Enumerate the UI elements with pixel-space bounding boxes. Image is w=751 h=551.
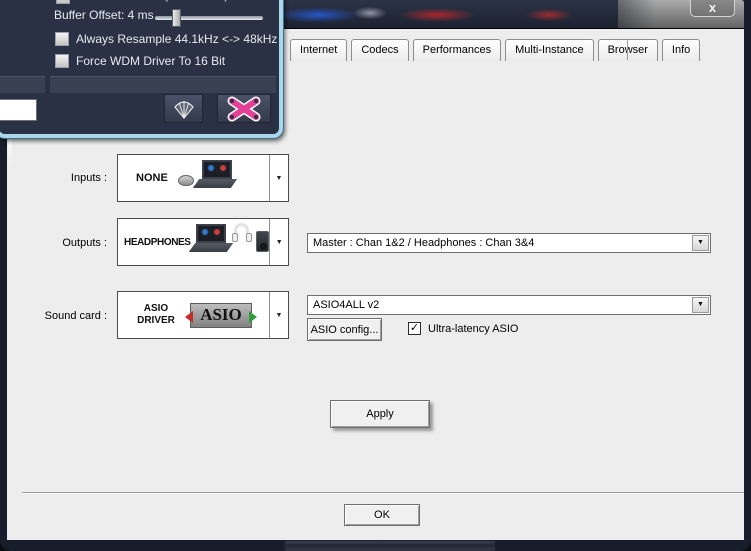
- asio-config-button[interactable]: ASIO config...: [307, 318, 382, 341]
- tab-info[interactable]: Info: [662, 39, 700, 61]
- tab-strip-edge: [627, 40, 628, 60]
- screen: x Internet Codecs Performances Multi-Ins…: [0, 0, 751, 551]
- mouse-icon: [178, 175, 194, 186]
- asio-right-arrow-icon: [249, 311, 257, 323]
- inputs-label: Inputs :: [7, 172, 107, 184]
- driver-dropdown-arrow-icon[interactable]: ▼: [692, 297, 709, 313]
- buffer-offset-label: Buffer Offset: 4 ms: [54, 8, 154, 22]
- crossed-wrenches-icon: [223, 96, 265, 122]
- footer-separator: [22, 492, 744, 494]
- outputs-routing-combo[interactable]: Master : Chan 1&2 / Headphones : Chan 3&…: [307, 233, 711, 253]
- force-wdm-label: Force WDM Driver To 16 Bit: [76, 54, 225, 68]
- tab-multi-instance[interactable]: Multi-Instance: [505, 39, 593, 61]
- soundcard-dropdown-arrow-icon[interactable]: ▼: [269, 292, 288, 338]
- outputs-device-image: [194, 221, 270, 263]
- outputs-value: HEADPHONES: [124, 237, 191, 248]
- inputs-selector[interactable]: NONE ▼: [117, 154, 289, 202]
- routing-dropdown-arrow-icon[interactable]: ▼: [692, 235, 709, 251]
- apply-button[interactable]: Apply: [330, 400, 430, 428]
- speaker-icon: [256, 231, 269, 252]
- resample-label: Always Resample 44.1kHz <-> 48kHz: [76, 32, 277, 46]
- force-wdm-checkbox[interactable]: [55, 54, 69, 68]
- outputs-selector[interactable]: HEADPHONES ▼: [117, 218, 289, 266]
- ultra-latency-label: Ultra-latency ASIO: [428, 323, 518, 335]
- asio-logo: ASIO: [190, 303, 252, 328]
- check-icon: ✓: [410, 322, 419, 334]
- advanced-options-popup: Allow Full Mode (WaveOut?) Buffer Offset…: [0, 0, 283, 138]
- popup-strip-left: [0, 76, 45, 93]
- soundcard-driver-combo[interactable]: ASIO4ALL v2 ▼: [307, 295, 711, 315]
- resample-checkbox[interactable]: [55, 32, 69, 46]
- parachute-icon: [172, 97, 196, 121]
- clipped-option-label: Allow Full Mode (WaveOut?): [76, 0, 228, 2]
- tab-internet[interactable]: Internet: [290, 39, 347, 61]
- soundcard-selector[interactable]: ASIO DRIVER ASIO ▼: [117, 291, 289, 339]
- inputs-dropdown-arrow-icon[interactable]: ▼: [269, 155, 288, 201]
- asio-logo-text: ASIO: [200, 305, 242, 325]
- titlebar: x: [618, 0, 744, 28]
- inputs-device-image: [176, 157, 238, 199]
- advanced-config-button[interactable]: [217, 94, 271, 123]
- outputs-dropdown-arrow-icon[interactable]: ▼: [269, 219, 288, 265]
- tab-performances[interactable]: Performances: [413, 39, 501, 61]
- soundcard-label: Sound card :: [7, 310, 107, 322]
- ok-button[interactable]: OK: [344, 504, 420, 526]
- ultra-latency-checkbox[interactable]: ✓: [408, 322, 421, 335]
- clipped-option-checkbox[interactable]: [56, 0, 70, 4]
- outputs-routing-value: Master : Chan 1&2 / Headphones : Chan 3&…: [313, 237, 534, 249]
- window-border-highlight: [8, 136, 12, 170]
- bottom-skin-blur: [285, 541, 495, 551]
- outputs-label: Outputs :: [7, 237, 107, 249]
- soundcard-driver-value: ASIO4ALL v2: [313, 299, 379, 311]
- tab-codecs[interactable]: Codecs: [351, 39, 408, 61]
- inputs-value: NONE: [136, 172, 168, 184]
- buffer-offset-slider-thumb[interactable]: [172, 9, 181, 27]
- parachute-button[interactable]: [164, 94, 203, 123]
- soundcard-value: ASIO DRIVER: [130, 303, 182, 327]
- asio-left-arrow-icon: [185, 311, 193, 323]
- popup-text-input[interactable]: [0, 99, 37, 121]
- tab-bar: Internet Codecs Performances Multi-Insta…: [290, 39, 700, 61]
- popup-strip-right: [50, 76, 276, 93]
- close-icon[interactable]: x: [690, 0, 735, 17]
